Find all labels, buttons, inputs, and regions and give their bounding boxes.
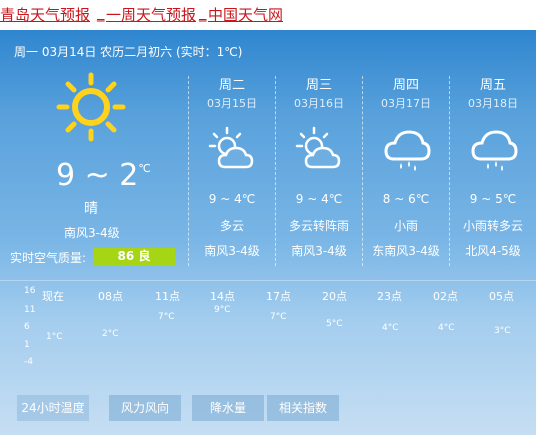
y-axis-tick: 6	[24, 322, 30, 332]
title-site-link[interactable]: 中国天气网	[208, 4, 283, 25]
forecast-condition: 多云转阵雨	[288, 219, 349, 233]
column-divider	[362, 76, 363, 266]
y-axis-tick: 1	[24, 340, 30, 350]
forecast-day-tue: 周二 03月15日 9 ~ 4℃ 多云 南风3-4级	[192, 74, 272, 260]
today-wind: 南风3-4级	[64, 226, 120, 240]
rain-cloud-icon	[384, 130, 431, 171]
partly-cloudy-sun-icon	[208, 126, 254, 169]
title-week-link[interactable]: 一周天气预报	[106, 4, 196, 25]
today-condition: 晴	[84, 201, 98, 217]
hour-temperature: 7°C	[158, 312, 175, 322]
today-temperature-value: 9 ~ 2	[56, 158, 139, 193]
hour-temperature: 4°C	[438, 323, 455, 333]
column-divider	[449, 76, 450, 266]
hour-temperature: 3°C	[494, 326, 511, 336]
today-date-line: 周一 03月14日 农历二月初六 (实时：1℃)	[14, 45, 243, 59]
hour-temperature: 9°C	[214, 305, 231, 315]
forecast-condition: 小雨转多云	[462, 219, 523, 233]
hour-temperature: 4°C	[382, 323, 399, 333]
hour-label: 11点	[155, 290, 180, 303]
forecast-day-name: 周五	[479, 78, 506, 93]
forecast-day-name: 周二	[218, 78, 245, 93]
forecast-wind: 北风4-5级	[465, 244, 521, 258]
forecast-temperature: 9 ~ 4℃	[208, 192, 256, 206]
hour-temperature: 1°C	[46, 332, 63, 342]
title-separator: _	[199, 4, 207, 22]
forecast-condition: 多云	[219, 219, 244, 233]
forecast-temperature: 9 ~ 5℃	[469, 192, 517, 206]
forecast-day-wed: 周三 03月16日 9 ~ 4℃ 多云转阵雨 南风3-4级	[279, 74, 359, 260]
forecast-day-fri: 周五 03月18日 9 ~ 5℃ 小雨转多云 北风4-5级	[453, 74, 533, 260]
forecast-date: 03月16日	[294, 97, 344, 110]
y-axis-tick: -4	[24, 357, 33, 367]
rain-cloud-icon	[471, 130, 518, 171]
today-temperature: 9 ~ 2℃	[56, 158, 151, 193]
sun-icon	[56, 72, 126, 142]
weather-panel: 周一 03月14日 农历二月初六 (实时：1℃) 9 ~ 2℃ 晴 南风3-4级…	[0, 30, 536, 435]
forecast-date: 03月18日	[468, 97, 518, 110]
aqi-badge[interactable]: 86 良	[93, 248, 175, 265]
aqi-label: 实时空气质量:	[10, 251, 87, 265]
title-bar: 青岛天气预报 _ 一周天气预报 _ 中国天气网	[0, 0, 536, 30]
hour-label: 23点	[377, 290, 402, 303]
forecast-wind: 南风3-4级	[204, 244, 260, 258]
forecast-wind: 东南风3-4级	[372, 244, 440, 258]
hour-label: 02点	[433, 290, 458, 303]
column-divider	[188, 76, 189, 266]
hour-label: 14点	[210, 290, 235, 303]
forecast-date: 03月17日	[381, 97, 431, 110]
tab-wind[interactable]: 风力风向	[109, 395, 181, 421]
y-axis-tick: 11	[24, 305, 36, 315]
forecast-day-thu: 周四 03月17日 8 ~ 6℃ 小雨 东南风3-4级	[366, 74, 446, 260]
today-temperature-unit: ℃	[138, 162, 151, 175]
column-divider	[275, 76, 276, 266]
tab-indices[interactable]: 相关指数	[267, 395, 339, 421]
hour-temperature: 5°C	[326, 319, 343, 329]
forecast-temperature: 9 ~ 4℃	[295, 192, 343, 206]
partly-cloudy-sun-icon	[295, 126, 341, 169]
hour-label: 20点	[322, 290, 347, 303]
hour-temperature: 2°C	[102, 329, 119, 339]
hour-label: 17点	[266, 290, 291, 303]
y-axis-tick: 16	[24, 286, 36, 296]
hourly-divider	[0, 280, 536, 281]
title-city-link[interactable]: 青岛天气预报	[0, 4, 90, 25]
hour-temperature: 7°C	[270, 312, 287, 322]
hourly-tabs: 24小时温度 风力风向 降水量 相关指数	[0, 395, 536, 423]
forecast-day-name: 周四	[392, 78, 419, 93]
forecast-wind: 南风3-4级	[291, 244, 347, 258]
tab-precipitation[interactable]: 降水量	[192, 395, 264, 421]
tab-24h-temperature[interactable]: 24小时温度	[17, 395, 89, 421]
title-separator: _	[97, 4, 105, 22]
hour-label: 08点	[98, 290, 123, 303]
forecast-temperature: 8 ~ 6℃	[382, 192, 430, 206]
forecast-day-name: 周三	[305, 78, 332, 93]
forecast-condition: 小雨	[393, 219, 418, 233]
hour-label: 05点	[489, 290, 514, 303]
hour-label: 现在	[42, 290, 64, 303]
forecast-date: 03月15日	[207, 97, 257, 110]
